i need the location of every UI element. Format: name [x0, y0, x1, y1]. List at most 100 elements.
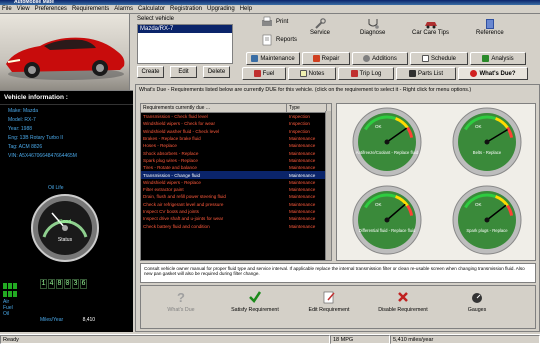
menu-calculator[interactable]: Calculator [138, 6, 165, 12]
requirement-gauge: OK Differential fluid - Replace fluid [352, 185, 422, 255]
wrench-icon [315, 18, 326, 29]
diagnose-tool[interactable]: Diagnose [360, 18, 385, 36]
type-cell: Maintenance [289, 172, 316, 178]
menu-file[interactable]: File [2, 6, 12, 12]
table-row[interactable]: Windshield washer fluid - Check level Ins… [141, 128, 331, 135]
tab-whats-due[interactable]: What's Due? [458, 67, 528, 80]
whats-due-panel: What's Due - Requirements listed below a… [135, 84, 540, 332]
service-tool[interactable]: Service [310, 18, 330, 36]
requirement-cell: Spark plug wires - Replace [143, 157, 198, 163]
tab-fuel[interactable]: Fuel [242, 67, 286, 80]
table-row[interactable]: Windshield wipers - Replace Maintenance [141, 179, 331, 186]
vehicle-vin: VIN: A5X4670664847664465M [8, 153, 77, 159]
table-row[interactable]: Tires - Rotate and balance Maintenance [141, 164, 331, 171]
type-cell: Maintenance [289, 179, 316, 185]
oil-life-gauge: Good Status [31, 194, 99, 262]
whats-due-button[interactable]: ? What's Due [151, 290, 211, 313]
tab-notes[interactable]: Notes [288, 67, 336, 80]
edit-document-icon [323, 291, 335, 304]
satisfy-requirement-button[interactable]: Satisfy Requirement [225, 290, 285, 313]
column-header-requirement[interactable]: Requirements currently due ... [141, 104, 287, 112]
tab-trip-log[interactable]: Trip Log [338, 67, 394, 80]
table-row[interactable]: Hoses - Replace Maintenance [141, 142, 331, 149]
tab-label: Trip Log [359, 70, 382, 77]
tab-label: Maintenance [260, 55, 295, 62]
table-row[interactable]: Transmission - Change fluid Maintenance [141, 171, 331, 179]
type-cell: Maintenance [289, 143, 316, 149]
disable-requirement-button[interactable]: Disable Requirement [373, 290, 433, 313]
reference-tool[interactable]: Reference [476, 18, 504, 36]
table-row[interactable]: Transmission - Check fluid level Inspecti… [141, 113, 331, 120]
table-row[interactable]: Spark plug wires - Replace Maintenance [141, 157, 331, 164]
car-icon [424, 22, 437, 29]
bar-row [3, 291, 17, 297]
tab-analysis[interactable]: Analysis [470, 52, 526, 65]
edit-requirement-button[interactable]: Edit Requirement [299, 290, 359, 313]
requirement-cell: Inspect drive shaft and u-joints for wea… [143, 216, 224, 222]
requirement-gauges: OK Antifreeze/Coolant - Replace fluid OK Be… [352, 107, 522, 255]
question-mark-icon: ? [177, 290, 185, 304]
menu-upgrading[interactable]: Upgrading [207, 6, 235, 12]
edit-vehicle-button[interactable]: Edit [170, 66, 197, 78]
select-vehicle-label: Select vehicle [137, 16, 175, 22]
gauges-button[interactable]: Gauges [447, 290, 507, 313]
table-row[interactable]: Drain, flush and refill power steering f… [141, 193, 331, 200]
fuel-pump-icon [253, 70, 261, 77]
menu-registration[interactable]: Registration [170, 6, 202, 12]
menu-preferences[interactable]: Preferences [35, 6, 67, 12]
miles-value: 8,410 [82, 317, 96, 323]
vehicle-list[interactable]: Mazda/RX-7 [137, 24, 233, 64]
vehicle-list-item[interactable]: Mazda/RX-7 [138, 25, 232, 33]
requirement-cell: Windshield wipers - Replace [143, 179, 201, 185]
table-row[interactable]: Brakes - Replace brake fluid Maintenance [141, 135, 331, 142]
type-cell: Maintenance [289, 165, 316, 171]
stethoscope-icon [368, 19, 379, 29]
print-tool[interactable]: Print [260, 16, 288, 28]
tab-parts-list[interactable]: Parts List [396, 67, 456, 80]
table-row[interactable]: Inspect CV boots and joints Maintenance [141, 208, 331, 215]
gauge-label: Belts - Replace [473, 150, 502, 155]
status-mpg: 18 MPG [330, 335, 390, 344]
column-header-type[interactable]: Type [287, 104, 327, 112]
oil-life-label: Oil Life [48, 185, 64, 191]
delete-vehicle-button[interactable]: Delete [203, 66, 230, 78]
table-row[interactable]: Inspect drive shaft and u-joints for wea… [141, 215, 331, 222]
gauge-label: Spark plugs - Replace [466, 228, 508, 233]
vehicle-photo [0, 14, 130, 90]
menu-help[interactable]: Help [240, 6, 252, 12]
create-vehicle-button[interactable]: Create [137, 66, 164, 78]
table-row[interactable]: Shock absorbers - Replace Maintenance [141, 149, 331, 156]
type-cell: Maintenance [289, 187, 316, 193]
table-row[interactable]: Check battery fluid and condition Mainten… [141, 222, 331, 229]
odometer-digit: 1 [40, 279, 47, 289]
vehicle-engine: Eng: 13B Rotary Turbo II [8, 135, 64, 141]
table-row[interactable]: Windshield wipers - Check for wear Inspec… [141, 120, 331, 127]
tab-label: Analysis [491, 55, 514, 62]
reports-tool[interactable]: Reports [260, 34, 297, 46]
table-row[interactable]: Filter extractor paint Maintenance [141, 186, 331, 193]
table-scrollbar[interactable] [325, 111, 331, 260]
table-row[interactable]: Check air refrigerant level and pressure… [141, 201, 331, 208]
requirement-cell: Check air refrigerant level and pressure [143, 201, 224, 207]
menu-alarms[interactable]: Alarms [114, 6, 133, 12]
requirement-cell: Filter extractor paint [143, 187, 184, 193]
svg-text:?: ? [177, 290, 185, 304]
gauges-area: OK Antifreeze/Coolant - Replace fluid OK Be… [336, 103, 536, 261]
type-cell: Maintenance [289, 157, 316, 163]
tab-additions[interactable]: Additions [352, 52, 408, 65]
requirements-table[interactable]: Requirements currently due ... Type Tran… [140, 103, 332, 261]
requirement-cell: Brakes - Replace brake fluid [143, 136, 201, 142]
requirement-cell: Windshield washer fluid - Check level [143, 128, 220, 134]
vehicle-info-title: Vehicle information : [0, 91, 133, 105]
requirement-gauge: OK Spark plugs - Replace [452, 185, 522, 255]
tab-maintenance[interactable]: Maintenance [246, 52, 300, 65]
car-care-tips-tool[interactable]: Car Care Tips [412, 18, 449, 36]
menu-requirements[interactable]: Requirements [72, 6, 109, 12]
type-cell: Inspection [289, 128, 310, 134]
type-cell: Inspection [289, 114, 310, 120]
menu-view[interactable]: View [17, 6, 30, 12]
tab-schedule[interactable]: Schedule [410, 52, 468, 65]
book-icon [485, 19, 494, 29]
tab-repair[interactable]: Repair [302, 52, 350, 65]
whats-due-title: What's Due - Requirements listed below a… [139, 87, 472, 93]
